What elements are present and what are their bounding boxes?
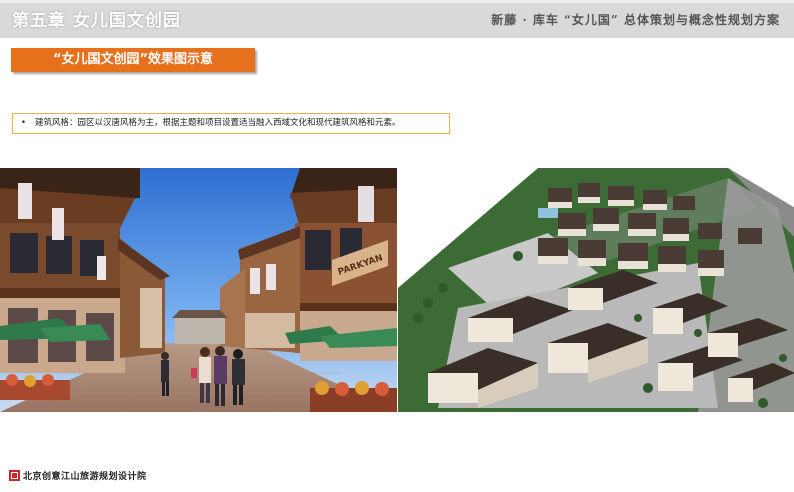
- note-text: 建筑风格：园区以汉唐风格为主，根据主题和项目设置适当融入西域文化和现代建筑风格和…: [35, 118, 401, 128]
- chapter-title: 第五章 女儿国文创园: [12, 11, 181, 31]
- footer: 北京创意江山旅游规划设计院: [0, 466, 794, 492]
- header-accent: [0, 0, 794, 3]
- style-note: • 建筑风格：园区以汉唐风格为主，根据主题和项目设置适当融入西域文化和现代建筑风格…: [12, 113, 450, 134]
- note-bullet: •: [21, 118, 27, 128]
- seal-logo-icon: [9, 470, 20, 481]
- section-banner: “女儿国文创园”效果图示意: [11, 48, 255, 72]
- project-title: 新藤 · 库车 “女儿国” 总体策划与概念性规划方案: [491, 13, 780, 27]
- header-bar: 第五章 女儿国文创园 新藤 · 库车 “女儿国” 总体策划与概念性规划方案: [0, 0, 794, 38]
- organization-name: 北京创意江山旅游规划设计院: [23, 472, 147, 482]
- aerial-model-image: [398, 168, 794, 412]
- street-view-image: PARKYAN: [0, 168, 397, 412]
